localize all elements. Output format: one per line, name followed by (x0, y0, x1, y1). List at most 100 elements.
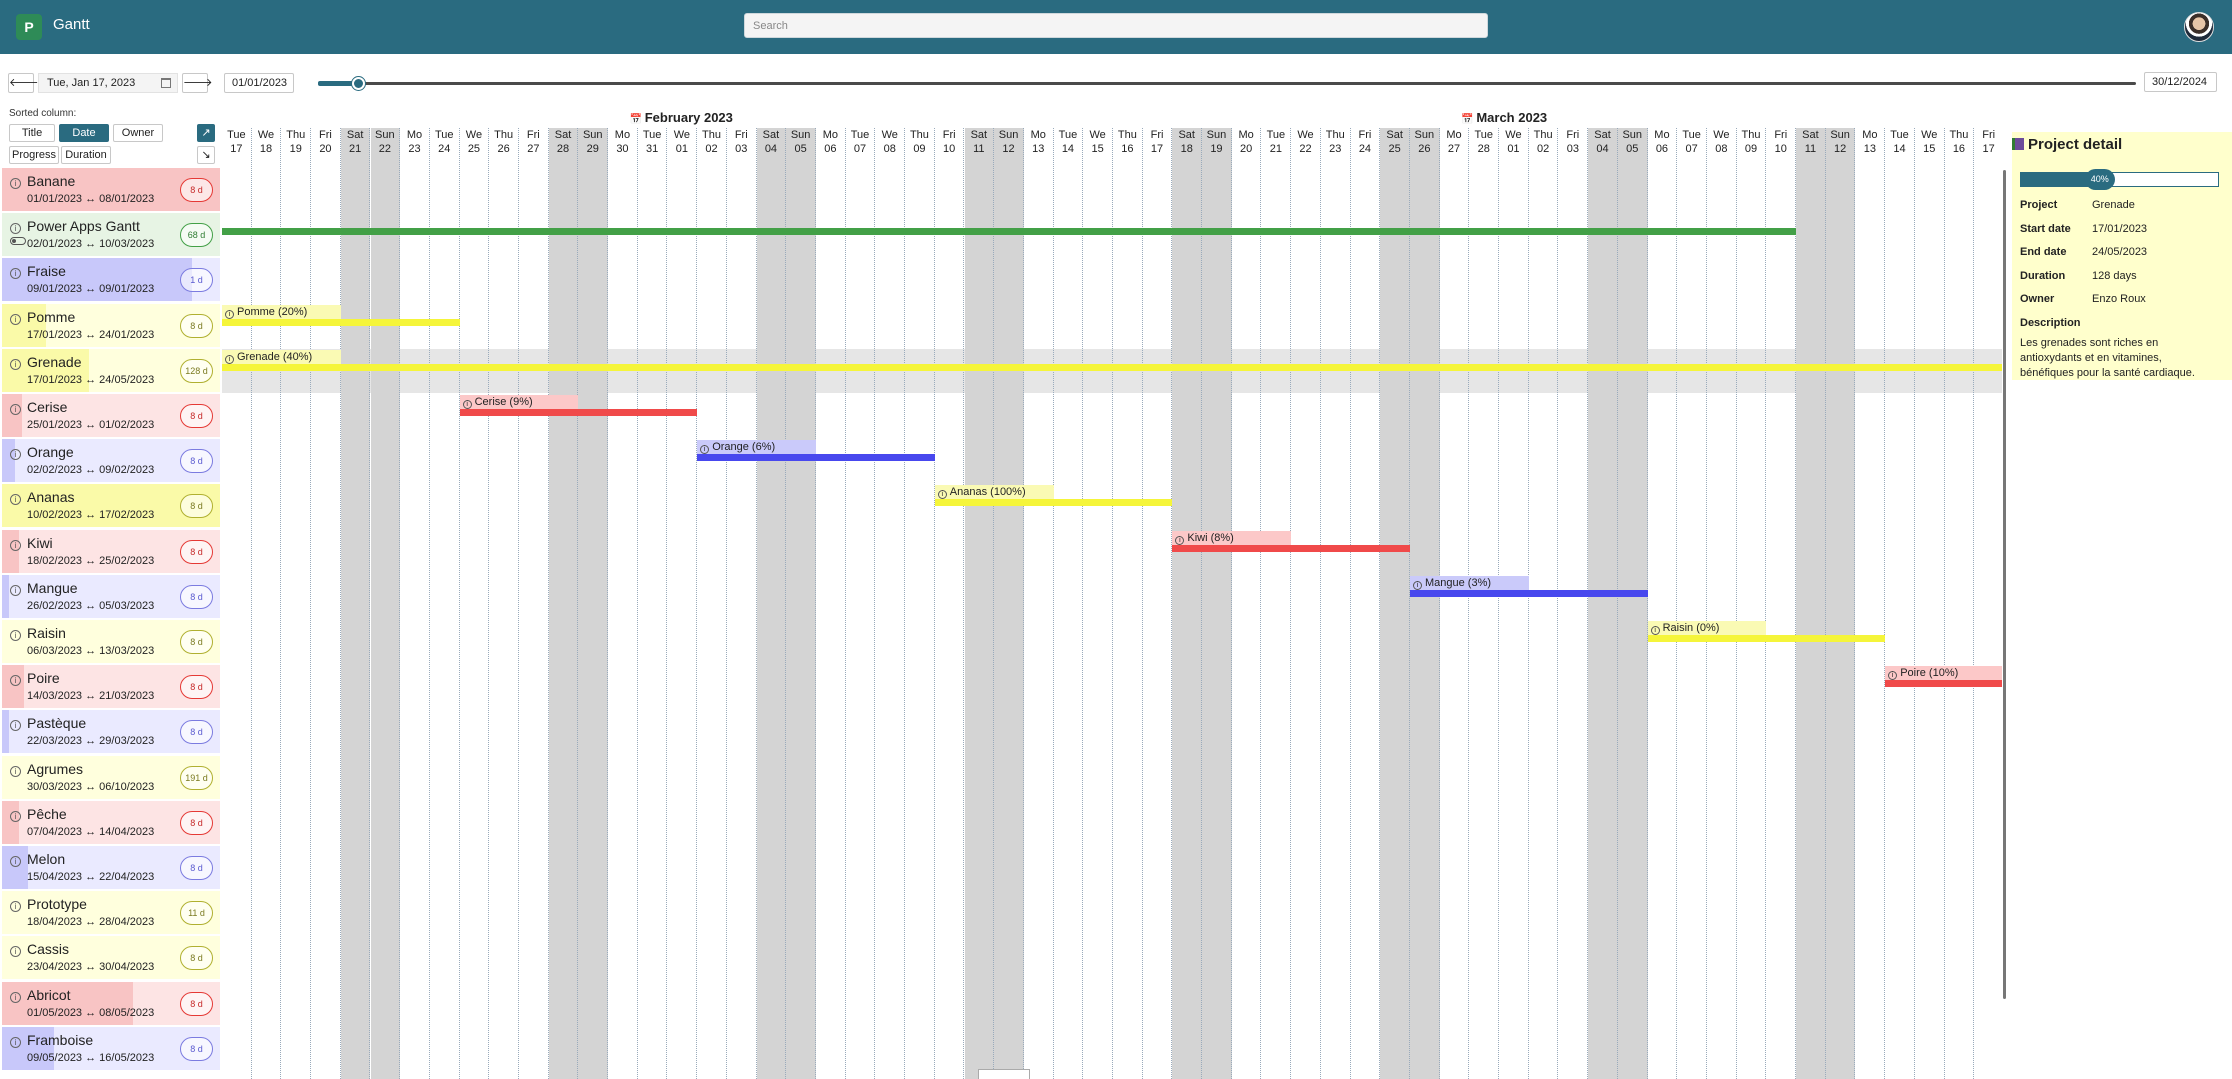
task-row[interactable]: i Cassis 23/04/2023 ↔ 30/04/2023 8 d (2, 936, 220, 981)
gantt-bar[interactable] (1647, 635, 1886, 642)
info-icon[interactable]: i (1175, 535, 1185, 545)
info-icon[interactable]: i (10, 991, 21, 1003)
next-day-button[interactable]: 🡒 (182, 73, 213, 93)
gantt-bar[interactable] (1410, 589, 1648, 597)
task-row[interactable]: i Orange 02/02/2023 ↔ 09/02/2023 8 d (2, 439, 220, 484)
gantt-bar[interactable] (934, 499, 1173, 507)
task-row[interactable]: i Melon 15/04/2023 ↔ 22/04/2023 8 d (2, 846, 220, 890)
info-icon[interactable]: i (10, 946, 21, 958)
info-icon[interactable]: i (10, 313, 21, 325)
info-icon[interactable]: i (1413, 580, 1422, 590)
calendar-icon[interactable] (161, 78, 171, 88)
gantt-bar-label[interactable]: i Mangue (3%) (1410, 575, 1529, 591)
day-column: Thu 16 (1945, 128, 1975, 1079)
task-row[interactable]: i Raisin 06/03/2023 ↔ 13/03/2023 8 d (2, 620, 220, 664)
gantt-bar[interactable] (1885, 680, 2002, 688)
info-icon[interactable]: i (1650, 626, 1660, 635)
task-row[interactable]: i Poire 14/03/2023 ↔ 21/03/2023 8 d (2, 665, 220, 710)
gantt-bar-label[interactable]: i Grenade (40%) (222, 349, 341, 365)
task-row[interactable]: i Pomme 17/01/2023 ↔ 24/01/2023 8 d (2, 303, 220, 348)
task-row[interactable]: i Fraise 09/01/2023 ↔ 09/01/2023 1 d (2, 258, 220, 303)
task-row[interactable]: i Pêche 07/04/2023 ↔ 14/04/2023 8 d (2, 800, 220, 845)
info-icon[interactable]: i (10, 765, 21, 777)
info-icon[interactable]: i (462, 400, 472, 409)
sort-duration-button[interactable]: Duration (61, 146, 111, 164)
day-weekday: We (465, 129, 483, 141)
horizontal-scrollbar-thumb[interactable] (978, 1069, 1030, 1079)
gantt-bar-label[interactable]: i Cerise (9%) (459, 395, 579, 410)
sort-title-button[interactable]: Title (9, 124, 55, 142)
previous-day-button[interactable]: 🡐 (8, 73, 39, 93)
toggle-icon[interactable] (10, 237, 26, 246)
info-icon[interactable]: i (10, 720, 21, 732)
sort-progress-button[interactable]: Progress (9, 146, 59, 164)
range-slider-track[interactable] (318, 82, 2136, 85)
task-row[interactable]: i Prototype 18/04/2023 ↔ 28/04/2023 11 d (2, 891, 220, 936)
gantt-bar-label[interactable]: i Pomme (20%) (222, 304, 341, 320)
info-icon[interactable]: i (225, 309, 234, 319)
task-name: Power Apps Gantt (27, 218, 140, 235)
gantt-bar[interactable] (222, 318, 460, 326)
gantt-bar[interactable] (222, 228, 1797, 236)
range-end-field[interactable]: 30/12/2024 (2144, 72, 2217, 92)
day-column: Mo 13 (1024, 128, 1054, 1079)
task-row[interactable]: i Power Apps Gantt 02/01/2023 ↔ 10/03/2023… (2, 213, 220, 258)
range-slider-handle[interactable] (352, 77, 365, 90)
info-icon[interactable]: i (10, 178, 21, 189)
info-icon[interactable]: i (10, 358, 21, 370)
task-row[interactable]: i Cerise 25/01/2023 ↔ 01/02/2023 8 d (2, 394, 220, 438)
info-icon[interactable]: i (225, 354, 234, 364)
range-start-field[interactable]: 01/01/2023 (224, 73, 294, 93)
gantt-bar-label[interactable]: i Orange (6%) (697, 440, 816, 456)
day-weekday: Fri (1150, 129, 1164, 141)
search-input[interactable] (744, 13, 1488, 38)
task-row[interactable]: i Mangue 26/02/2023 ↔ 05/03/2023 8 d (2, 574, 220, 619)
info-icon[interactable]: i (10, 901, 21, 913)
task-row[interactable]: i Grenade 17/01/2023 ↔ 24/05/2023 128 d (2, 348, 220, 393)
project-progress-slider[interactable]: 40% (2020, 169, 2219, 190)
task-row[interactable]: i Banane 01/01/2023 ↔ 08/01/2023 8 d (2, 168, 220, 212)
task-row[interactable]: i Ananas 10/02/2023 ↔ 17/02/2023 8 d (2, 484, 220, 529)
info-icon[interactable]: i (10, 223, 21, 235)
info-icon[interactable]: i (10, 539, 21, 551)
info-icon[interactable]: i (10, 630, 21, 641)
gantt-bar-label[interactable]: i Poire (10%) (1885, 666, 2002, 682)
gantt-bar[interactable] (1172, 544, 1410, 552)
project-progress-handle[interactable]: 40% (2084, 169, 2115, 190)
sort-owner-button[interactable]: Owner (113, 124, 163, 142)
info-icon[interactable]: i (10, 810, 21, 822)
user-avatar[interactable] (2184, 12, 2214, 42)
gantt-bar[interactable] (459, 409, 698, 416)
gantt-bar-label-text: Ananas (100%) (949, 486, 1026, 499)
info-icon[interactable]: i (10, 404, 21, 415)
arrow-right-icon: 🡒 (183, 77, 213, 89)
info-icon[interactable]: i (10, 584, 21, 596)
task-row[interactable]: i Abricot 01/05/2023 ↔ 08/05/2023 8 d (2, 981, 220, 1026)
task-name: Cerise (27, 399, 68, 415)
gantt-bar-label[interactable]: i Ananas (100%) (934, 485, 1054, 501)
info-icon[interactable]: i (10, 449, 21, 461)
day-weekday: Mo (1654, 129, 1670, 141)
info-icon[interactable]: i (937, 490, 947, 500)
info-icon[interactable]: i (10, 1036, 21, 1048)
gantt-bar-label[interactable]: i Kiwi (8%) (1172, 530, 1292, 546)
info-icon[interactable]: i (700, 445, 710, 455)
task-row[interactable]: i Agrumes 30/03/2023 ↔ 06/10/2023 191 d (2, 755, 220, 800)
task-row[interactable]: i Kiwi 18/02/2023 ↔ 25/02/2023 8 d (2, 529, 220, 574)
gantt-timeline[interactable]: Tue 17 We 18 Thu 19 Fri 20 Sat 21 Sun 22 Mo 23 Tue 24 We… (222, 110, 2002, 1079)
gantt-bar[interactable] (222, 363, 2002, 371)
info-icon[interactable]: i (1888, 671, 1898, 681)
gantt-bar-label[interactable]: i Raisin (0%) (1647, 621, 1767, 636)
gantt-bar[interactable] (697, 454, 935, 462)
sort-date-button[interactable]: Date (59, 124, 109, 142)
day-column: Thu 02 (697, 128, 727, 1079)
task-row[interactable]: i Pastèque 22/03/2023 ↔ 29/03/2023 8 d (2, 710, 220, 755)
expand-all-button[interactable]: ↗ (197, 124, 215, 142)
collapse-all-button[interactable]: ↘ (197, 146, 215, 164)
vertical-scrollbar[interactable] (2003, 170, 2006, 999)
day-number: 15 (1923, 143, 1936, 155)
date-picker[interactable]: Tue, Jan 17, 2023 (38, 73, 178, 93)
task-row[interactable]: i Framboise 09/05/2023 ↔ 16/05/2023 8 d (2, 1026, 220, 1071)
day-header: Sat 25 (1380, 128, 1409, 156)
info-icon[interactable]: i (10, 856, 21, 867)
